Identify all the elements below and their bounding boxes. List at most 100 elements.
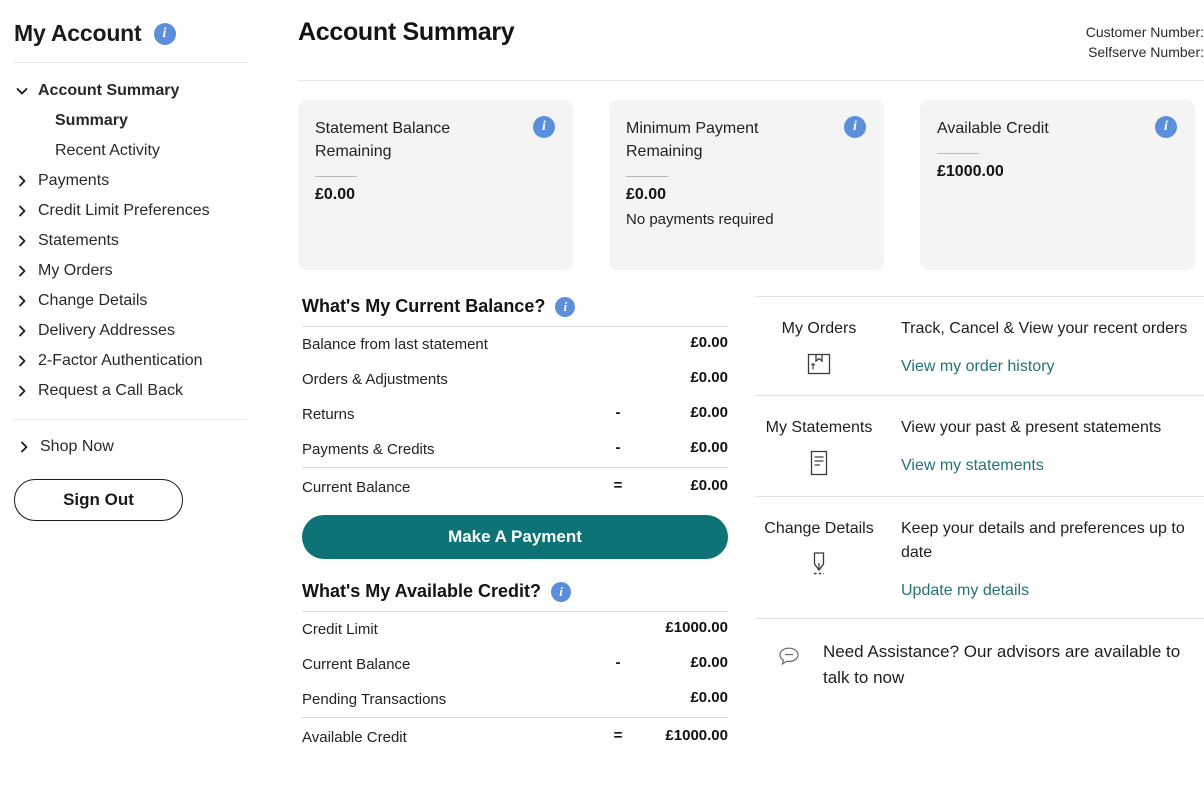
current-balance-table: Balance from last statement £0.00 Orders…: [302, 327, 728, 505]
selfserve-number-label: Selfserve Number:: [1088, 44, 1204, 60]
sidebar-item-request-a-call-back[interactable]: Request a Call Back: [14, 376, 294, 406]
section-title: What's My Available Credit?: [302, 581, 541, 601]
row-amount: £1000.00: [665, 727, 728, 744]
sidebar-item-summary[interactable]: Summary: [14, 106, 294, 136]
sidebar-item-label: Payments: [38, 172, 110, 189]
row-amount: £0.00: [690, 654, 728, 671]
card-title: Minimum Payment Remaining: [626, 120, 759, 160]
sidebar-item-2-factor-authentication[interactable]: 2-Factor Authentication: [14, 346, 294, 376]
sidebar-item-statements[interactable]: Statements: [14, 226, 294, 256]
info-icon[interactable]: i: [555, 296, 576, 317]
chevron-right-icon: [16, 205, 28, 217]
update-my-details-link[interactable]: Update my details: [901, 582, 1029, 600]
sidebar-item-change-details[interactable]: Change Details: [14, 286, 294, 316]
chevron-right-icon: [16, 235, 28, 247]
card-divider: [626, 176, 668, 177]
row-label: Balance from last statement: [302, 336, 488, 353]
sidebar-item-label: Recent Activity: [55, 142, 160, 159]
card-amount: £0.00: [626, 186, 667, 203]
card-note: No payments required: [626, 211, 774, 228]
card-amount: £1000.00: [937, 163, 1004, 180]
sign-out-button[interactable]: Sign Out: [14, 479, 183, 521]
chevron-right-icon: [16, 325, 28, 337]
sidebar-item-delivery-addresses[interactable]: Delivery Addresses: [14, 316, 294, 346]
panel-row-change-details[interactable]: Change Details Keep your details and pre…: [755, 497, 1204, 618]
panel-row-need-assistance[interactable]: Need Assistance? Our advisors are availa…: [755, 619, 1204, 691]
row-amount: £0.00: [690, 689, 728, 706]
body-columns: What's My Current Balance? i Balance fro…: [294, 296, 1204, 755]
sidebar-item-label: Statements: [38, 232, 119, 249]
sidebar-item-my-orders[interactable]: My Orders: [14, 256, 294, 286]
sidebar-item-payments[interactable]: Payments: [14, 166, 294, 196]
row-amount: £0.00: [690, 404, 728, 421]
panel-row-title: Change Details: [764, 520, 874, 537]
panel-row-content: Keep your details and preferences up to …: [883, 517, 1204, 600]
page-title: Account Summary: [298, 18, 515, 46]
panel-row-my-orders[interactable]: My Orders Track, Cancel & View your rece…: [755, 297, 1204, 395]
account-summary-page: My Account i Account Summary Summary Rec…: [0, 0, 1204, 802]
row-label: Pending Transactions: [302, 691, 447, 708]
row-amount: £0.00: [690, 477, 728, 494]
package-box-icon: [755, 349, 883, 377]
info-icon[interactable]: i: [551, 581, 571, 602]
sidebar-item-label: Credit Limit Preferences: [38, 202, 210, 219]
info-icon[interactable]: i: [844, 116, 866, 138]
sidebar-item-label: Request a Call Back: [38, 382, 183, 399]
customer-number-label: Customer Number:: [1085, 24, 1204, 40]
row-amount: £0.00: [690, 334, 728, 351]
quick-links-panel: My Orders Track, Cancel & View your rece…: [755, 296, 1204, 691]
card-title: Statement Balance Remaining: [315, 120, 451, 160]
main-header: Account Summary Customer Number: Selfser…: [294, 0, 1204, 62]
account-numbers: Customer Number: Selfserve Number:: [1086, 18, 1204, 62]
sidebar-item-credit-limit-preferences[interactable]: Credit Limit Preferences: [14, 196, 294, 226]
sidebar-item-account-summary[interactable]: Account Summary: [14, 76, 294, 106]
chevron-right-icon: [18, 441, 30, 453]
current-balance-heading: What's My Current Balance? i: [302, 296, 730, 326]
panel-row-content: View your past & present statements View…: [883, 416, 1204, 475]
sidebar-item-label: Change Details: [38, 292, 148, 309]
chevron-right-icon: [16, 295, 28, 307]
panel-row-description: Track, Cancel & View your recent orders: [901, 320, 1188, 337]
row-label: Payments & Credits: [302, 441, 435, 458]
section-title: What's My Current Balance?: [302, 296, 546, 316]
row-label: Returns: [302, 406, 355, 423]
table-row: Pending Transactions £0.00: [302, 682, 728, 717]
card-divider: [937, 153, 979, 154]
chevron-right-icon: [16, 355, 28, 367]
chevron-right-icon: [16, 385, 28, 397]
row-amount: £0.00: [690, 369, 728, 386]
sidebar-item-label: Shop Now: [40, 438, 114, 455]
available-credit-heading: What's My Available Credit? i: [302, 581, 730, 611]
card-amount: £0.00: [315, 186, 356, 203]
panel-row-description: Keep your details and preferences up to …: [901, 520, 1185, 561]
row-label: Current Balance: [302, 479, 411, 496]
chat-bubble-icon: [755, 639, 823, 667]
info-icon[interactable]: i: [153, 22, 176, 45]
panel-row-my-statements[interactable]: My Statements View your past & present s…: [755, 396, 1204, 496]
view-my-order-history-link[interactable]: View my order history: [901, 358, 1055, 376]
card-title: Available Credit: [937, 120, 1049, 137]
row-operator: -: [615, 439, 621, 456]
sidebar-item-recent-activity[interactable]: Recent Activity: [14, 136, 294, 166]
table-row: Balance from last statement £0.00: [302, 327, 728, 362]
card-minimum-payment-remaining: Minimum Payment Remaining i £0.00 No pay…: [609, 100, 884, 270]
header-divider: [298, 80, 1204, 81]
main-content: Account Summary Customer Number: Selfser…: [294, 0, 1204, 802]
sidebar-nav: Account Summary Summary Recent Activity …: [0, 63, 294, 406]
sidebar: My Account i Account Summary Summary Rec…: [0, 0, 294, 802]
table-row: Payments & Credits - £0.00: [302, 432, 728, 467]
sidebar-item-label: Delivery Addresses: [38, 322, 175, 339]
info-icon[interactable]: i: [533, 116, 555, 138]
panel-row-title-wrap: Change Details: [755, 517, 883, 579]
assistance-text: Need Assistance? Our advisors are availa…: [823, 642, 1181, 687]
row-operator: -: [615, 654, 621, 671]
make-a-payment-button[interactable]: Make A Payment: [302, 515, 728, 559]
sidebar-item-shop-now[interactable]: Shop Now: [16, 432, 294, 462]
sidebar-header: My Account i: [0, 0, 294, 47]
info-icon[interactable]: i: [1155, 116, 1177, 138]
table-row: Returns - £0.00: [302, 397, 728, 432]
row-label: Credit Limit: [302, 621, 378, 638]
view-my-statements-link[interactable]: View my statements: [901, 457, 1044, 475]
summary-cards: Statement Balance Remaining i £0.00 Mini…: [298, 100, 1204, 270]
